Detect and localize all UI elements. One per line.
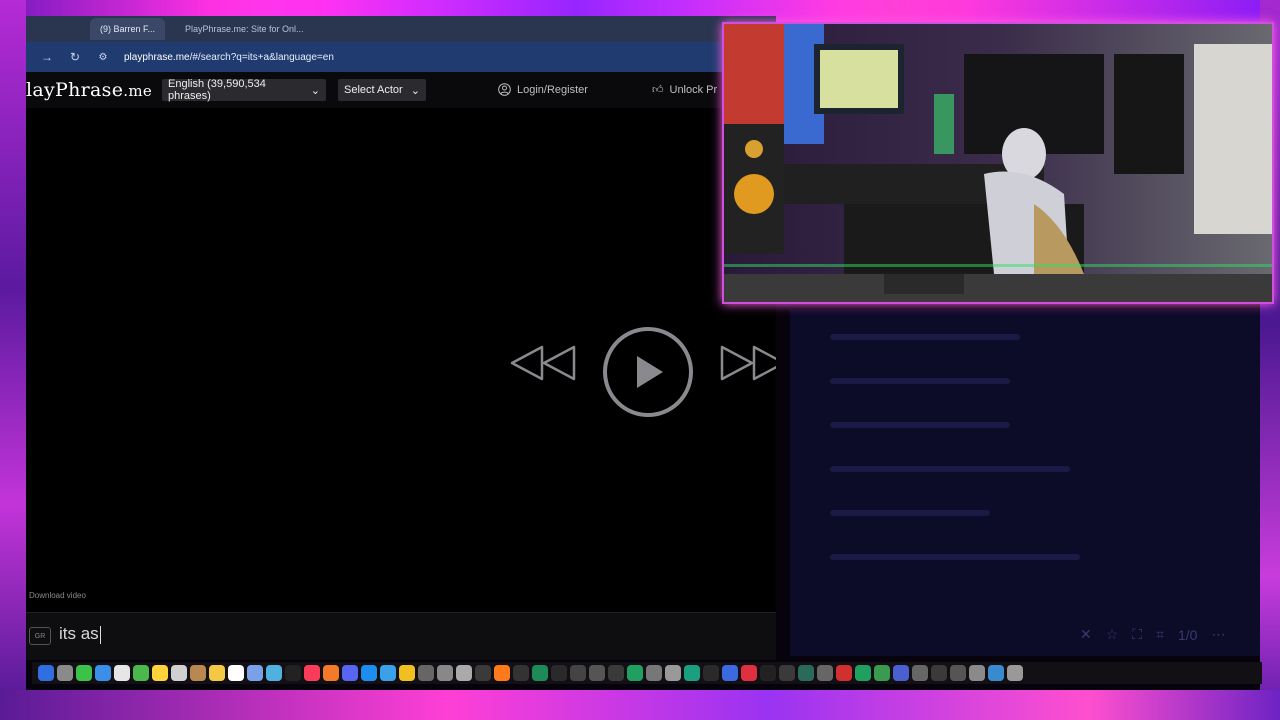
star-icon[interactable]: ☆ (1106, 626, 1119, 643)
video-player[interactable]: Download video (26, 108, 776, 608)
dock-app-icon[interactable] (931, 665, 947, 681)
dock-app-icon[interactable] (323, 665, 339, 681)
dock-app-icon[interactable] (912, 665, 928, 681)
neon-frame-bottom (0, 690, 1280, 720)
dock-app-icon[interactable] (266, 665, 282, 681)
dock-app-icon[interactable] (855, 665, 871, 681)
dock-app-icon[interactable] (475, 665, 491, 681)
dock-app-icon[interactable] (171, 665, 187, 681)
language-select[interactable]: English (39,590,534 phrases) ⌄ (162, 78, 326, 102)
tab-strip: (9) Barren F... PlayPhrase.me: Site for … (26, 16, 776, 42)
dock-app-icon[interactable] (57, 665, 73, 681)
browser-window: (9) Barren F... PlayPhrase.me: Site for … (26, 16, 776, 660)
site-header: layPhrase.me English (39,590,534 phrases… (26, 72, 776, 108)
dock-app-icon[interactable] (342, 665, 358, 681)
dock-app-icon[interactable] (779, 665, 795, 681)
crop-icon[interactable]: ⌗ (1156, 626, 1164, 643)
dock-app-icon[interactable] (817, 665, 833, 681)
dock-app-icon[interactable] (38, 665, 54, 681)
actor-select[interactable]: Select Actor ⌄ (338, 79, 426, 101)
dock-app-icon[interactable] (399, 665, 415, 681)
grammar-badge[interactable]: GR (29, 627, 51, 645)
reload-icon[interactable]: ↻ (68, 50, 82, 64)
dock-app-icon[interactable] (76, 665, 92, 681)
site-settings-icon[interactable]: ⚙ (96, 52, 110, 63)
dock-app-icon[interactable] (570, 665, 586, 681)
login-link[interactable]: Login/Register (498, 83, 588, 96)
dock-app-icon[interactable] (551, 665, 567, 681)
dock-app-icon[interactable] (361, 665, 377, 681)
dock-app-icon[interactable] (608, 665, 624, 681)
webcam-feed (722, 22, 1274, 304)
dock-app-icon[interactable] (247, 665, 263, 681)
rewind-icon[interactable] (508, 343, 578, 383)
dock-app-icon[interactable] (152, 665, 168, 681)
dock-app-icon[interactable] (114, 665, 130, 681)
dock-app-icon[interactable] (437, 665, 453, 681)
dock-app-icon[interactable] (418, 665, 434, 681)
dock-app-icon[interactable] (741, 665, 757, 681)
expand-icon[interactable]: ⛶ (1132, 626, 1142, 643)
right-panel: ✕ ☆ ⛶ ⌗ 1/0 ⋯ (790, 310, 1260, 656)
neon-frame-left (0, 0, 26, 720)
user-icon (498, 83, 511, 96)
dock-app-icon[interactable] (684, 665, 700, 681)
text-caret (99, 625, 101, 644)
studio-webcam-image (724, 24, 1272, 302)
dock-app-icon[interactable] (646, 665, 662, 681)
dock-app-icon[interactable] (969, 665, 985, 681)
dock-app-icon[interactable] (836, 665, 852, 681)
dock-app-icon[interactable] (133, 665, 149, 681)
dock-app-icon[interactable] (988, 665, 1004, 681)
dock-app-icon[interactable] (304, 665, 320, 681)
address-bar: → ↻ ⚙ playphrase.me/#/search?q=its+a&lan… (26, 42, 776, 72)
stream-overlay: ✕ ☆ ⛶ ⌗ 1/0 ⋯ (9) Barren F... PlayPhrase… (0, 0, 1280, 720)
dock-app-icon[interactable] (456, 665, 472, 681)
item-counter: 1/0 (1178, 626, 1198, 643)
dock-app-icon[interactable] (589, 665, 605, 681)
dock-app-icon[interactable] (760, 665, 776, 681)
dock-app-icon[interactable] (285, 665, 301, 681)
tab-playphrase[interactable]: PlayPhrase.me: Site for Onl... (175, 18, 314, 40)
chevron-down-icon: ⌄ (310, 84, 320, 97)
dock-app-icon[interactable] (95, 665, 111, 681)
more-icon[interactable]: ⋯ (1211, 626, 1225, 643)
search-input[interactable]: its as (59, 624, 101, 644)
url-field[interactable]: playphrase.me/#/search?q=its+a&language=… (124, 52, 334, 63)
dock-app-icon[interactable] (228, 665, 244, 681)
dock-app-icon[interactable] (190, 665, 206, 681)
dock-app-icon[interactable] (1007, 665, 1023, 681)
dock-app-icon[interactable] (722, 665, 738, 681)
dock-app-icon[interactable] (494, 665, 510, 681)
dock-app-icon[interactable] (893, 665, 909, 681)
site-logo[interactable]: layPhrase.me (26, 79, 152, 101)
close-icon[interactable]: ✕ (1080, 626, 1092, 643)
dock-app-icon[interactable] (798, 665, 814, 681)
chevron-down-icon: ⌄ (410, 84, 420, 97)
dock-app-icon[interactable] (703, 665, 719, 681)
dock-app-icon[interactable] (380, 665, 396, 681)
unlock-link[interactable]: 👍︎ Unlock Pr (652, 83, 717, 97)
dock-app-icon[interactable] (665, 665, 681, 681)
play-icon[interactable] (600, 326, 696, 418)
thumbs-up-icon: 👍︎ (652, 84, 664, 96)
dock-app-icon[interactable] (513, 665, 529, 681)
dock-app-icon[interactable] (950, 665, 966, 681)
forward-icon[interactable]: → (40, 50, 54, 64)
dock-app-icon[interactable] (627, 665, 643, 681)
fast-forward-icon[interactable] (718, 343, 776, 383)
dock-app-icon[interactable] (532, 665, 548, 681)
app-dock (32, 662, 1262, 684)
dock-app-icon[interactable] (209, 665, 225, 681)
download-video-link[interactable]: Download video (29, 591, 86, 600)
tab-barren[interactable]: (9) Barren F... (90, 18, 166, 40)
search-bar: GR its as (26, 612, 776, 660)
dock-app-icon[interactable] (874, 665, 890, 681)
